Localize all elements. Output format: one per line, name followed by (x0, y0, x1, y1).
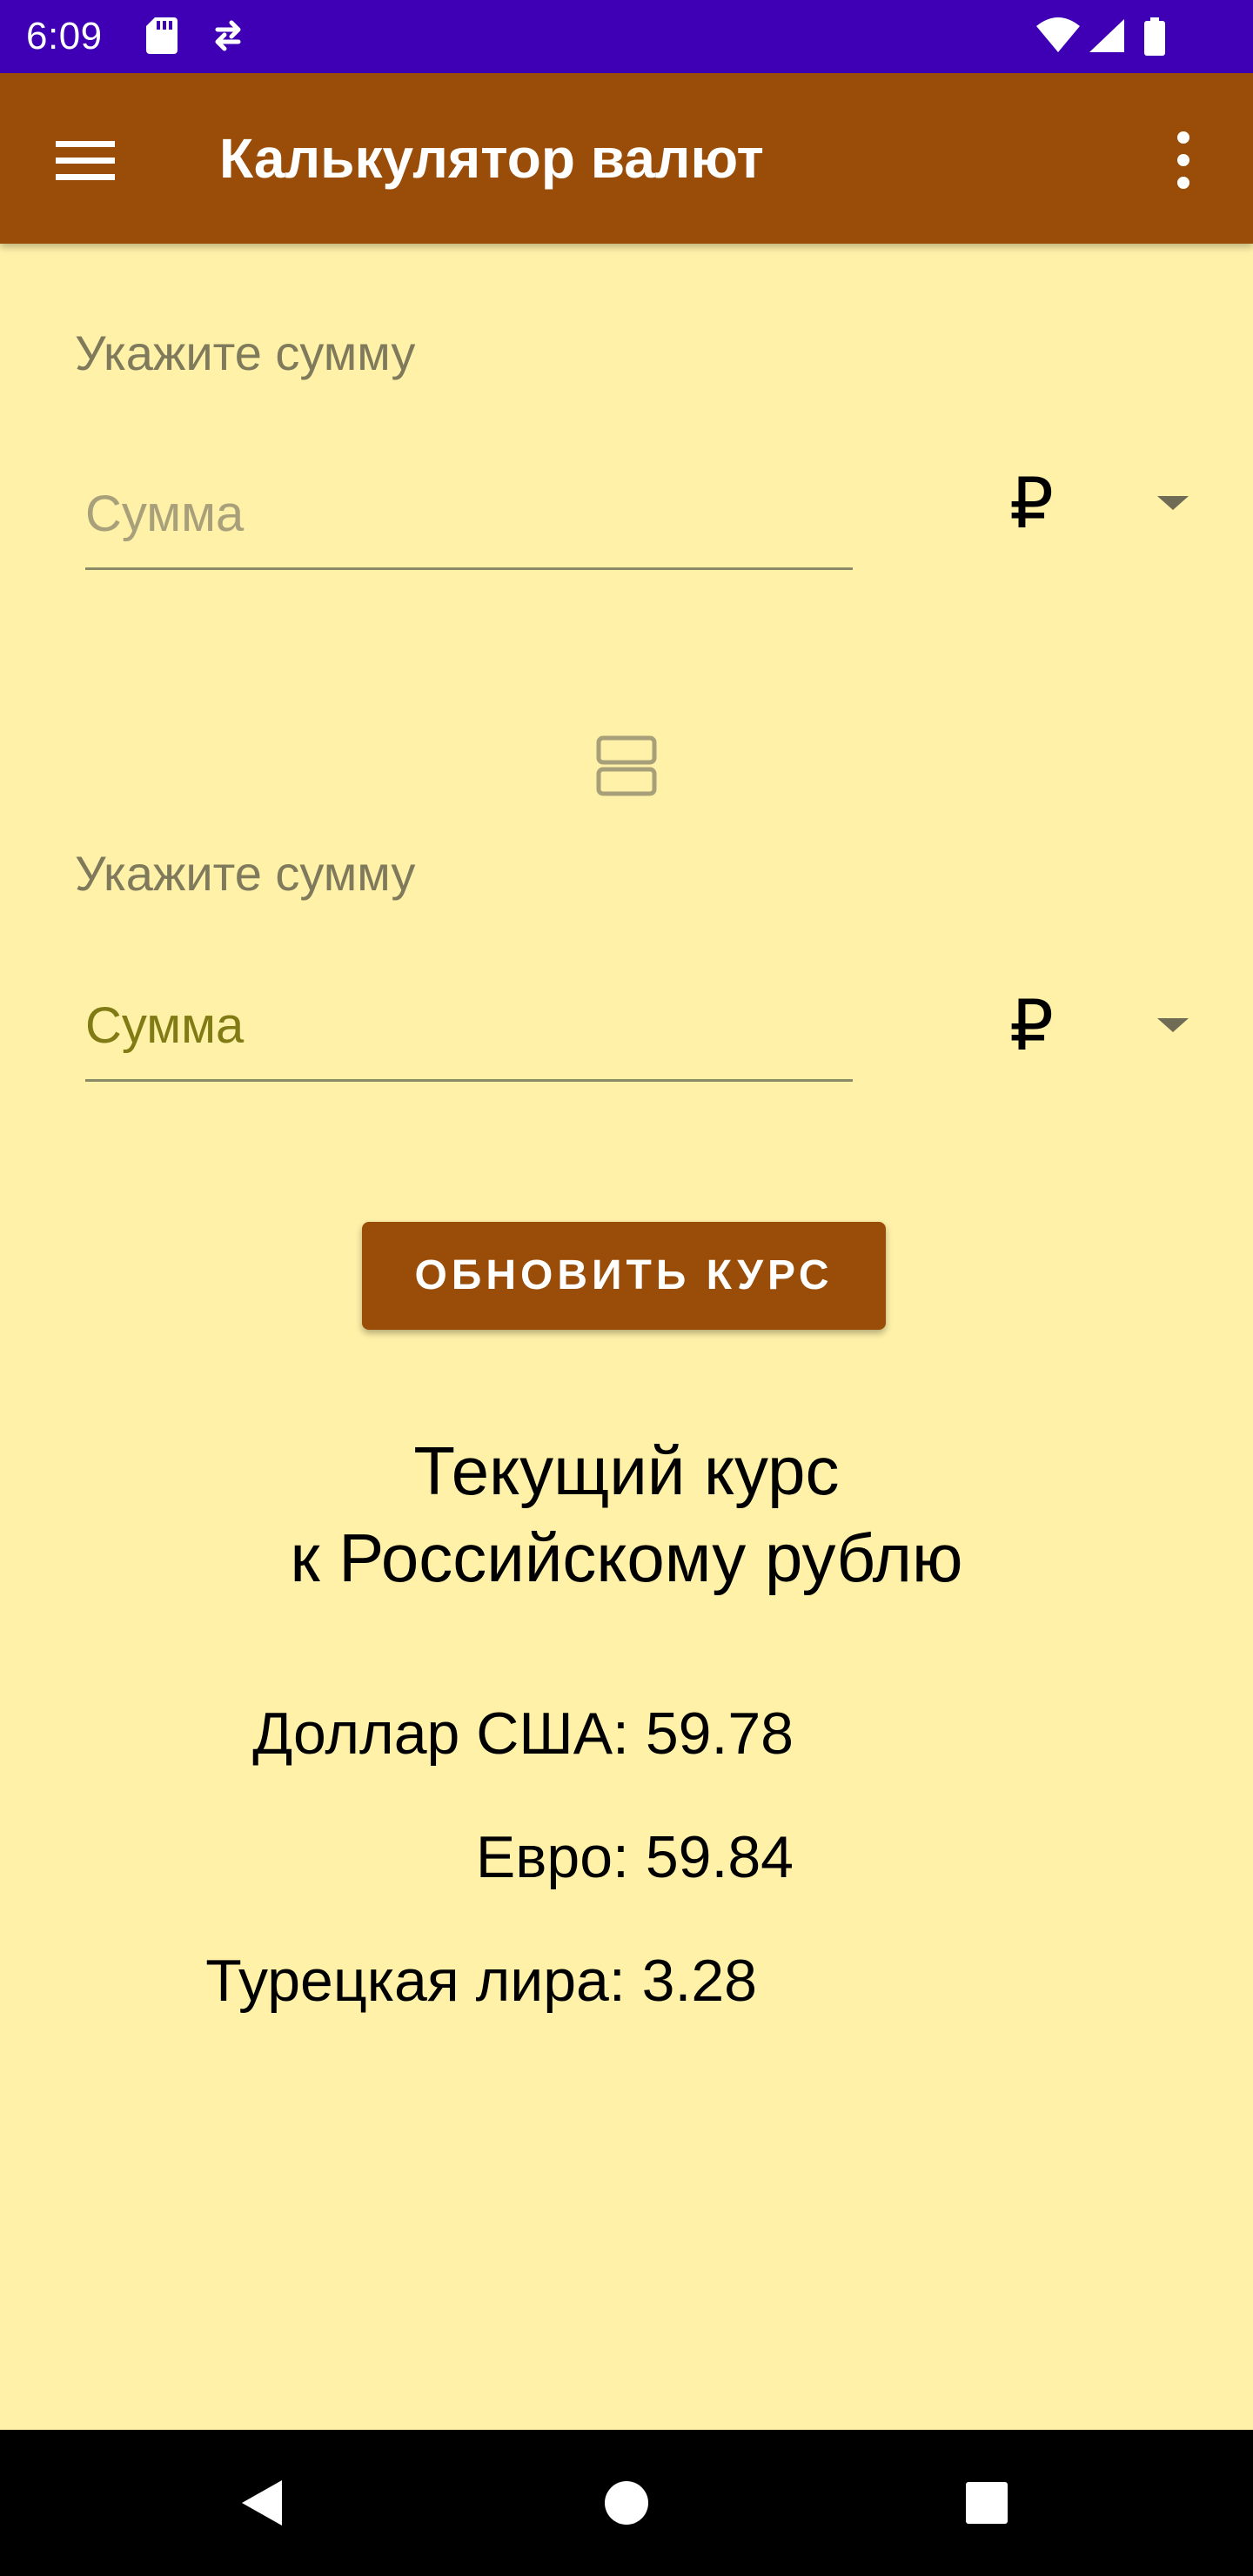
dropdown-arrow-icon (1157, 496, 1189, 510)
currency-symbol: ₽ (1009, 985, 1054, 1066)
status-time: 6:09 (26, 15, 103, 57)
amount-input-2[interactable] (85, 982, 853, 1082)
hamburger-menu-icon[interactable] (50, 136, 120, 184)
currency-symbol: ₽ (1009, 463, 1054, 544)
rates-heading-line-1: Текущий курс (413, 1432, 840, 1509)
more-vert-icon[interactable] (1166, 129, 1201, 191)
back-icon[interactable] (233, 2473, 292, 2532)
amount-input-1[interactable] (85, 470, 853, 570)
rate-try: Турецкая лира: 3.28 (205, 1948, 757, 2014)
cellular-signal-icon (1089, 19, 1124, 52)
currency-select-1[interactable]: ₽ (1009, 465, 1209, 543)
swap-icon[interactable] (595, 735, 658, 797)
currency-select-2[interactable]: ₽ (1009, 987, 1209, 1065)
app-bar: Калькулятор валют (0, 73, 1253, 244)
battery-icon (1144, 17, 1165, 56)
rates-heading: Текущий курс к Российскому рублю (0, 1427, 1253, 1601)
update-rate-button[interactable]: ОБНОВИТЬ КУРС (362, 1222, 886, 1330)
sd-card-icon (146, 17, 178, 54)
nav-bar (0, 2430, 1253, 2576)
rates-heading-line-2: к Российскому рублю (290, 1519, 963, 1596)
app-title: Калькулятор валют (219, 127, 764, 190)
dropdown-arrow-icon (1157, 1018, 1189, 1032)
amount-label-2: Укажите сумму (75, 846, 416, 901)
status-bar: 6:09 (0, 0, 1253, 73)
rate-usd: Доллар США: 59.78 (252, 1701, 794, 1767)
wifi-icon (1036, 17, 1080, 52)
home-icon[interactable] (597, 2473, 656, 2532)
sync-icon (215, 20, 241, 51)
recents-icon[interactable] (957, 2473, 1016, 2532)
amount-label-1: Укажите сумму (75, 325, 416, 380)
rate-eur: Евро: 59.84 (475, 1824, 794, 1890)
